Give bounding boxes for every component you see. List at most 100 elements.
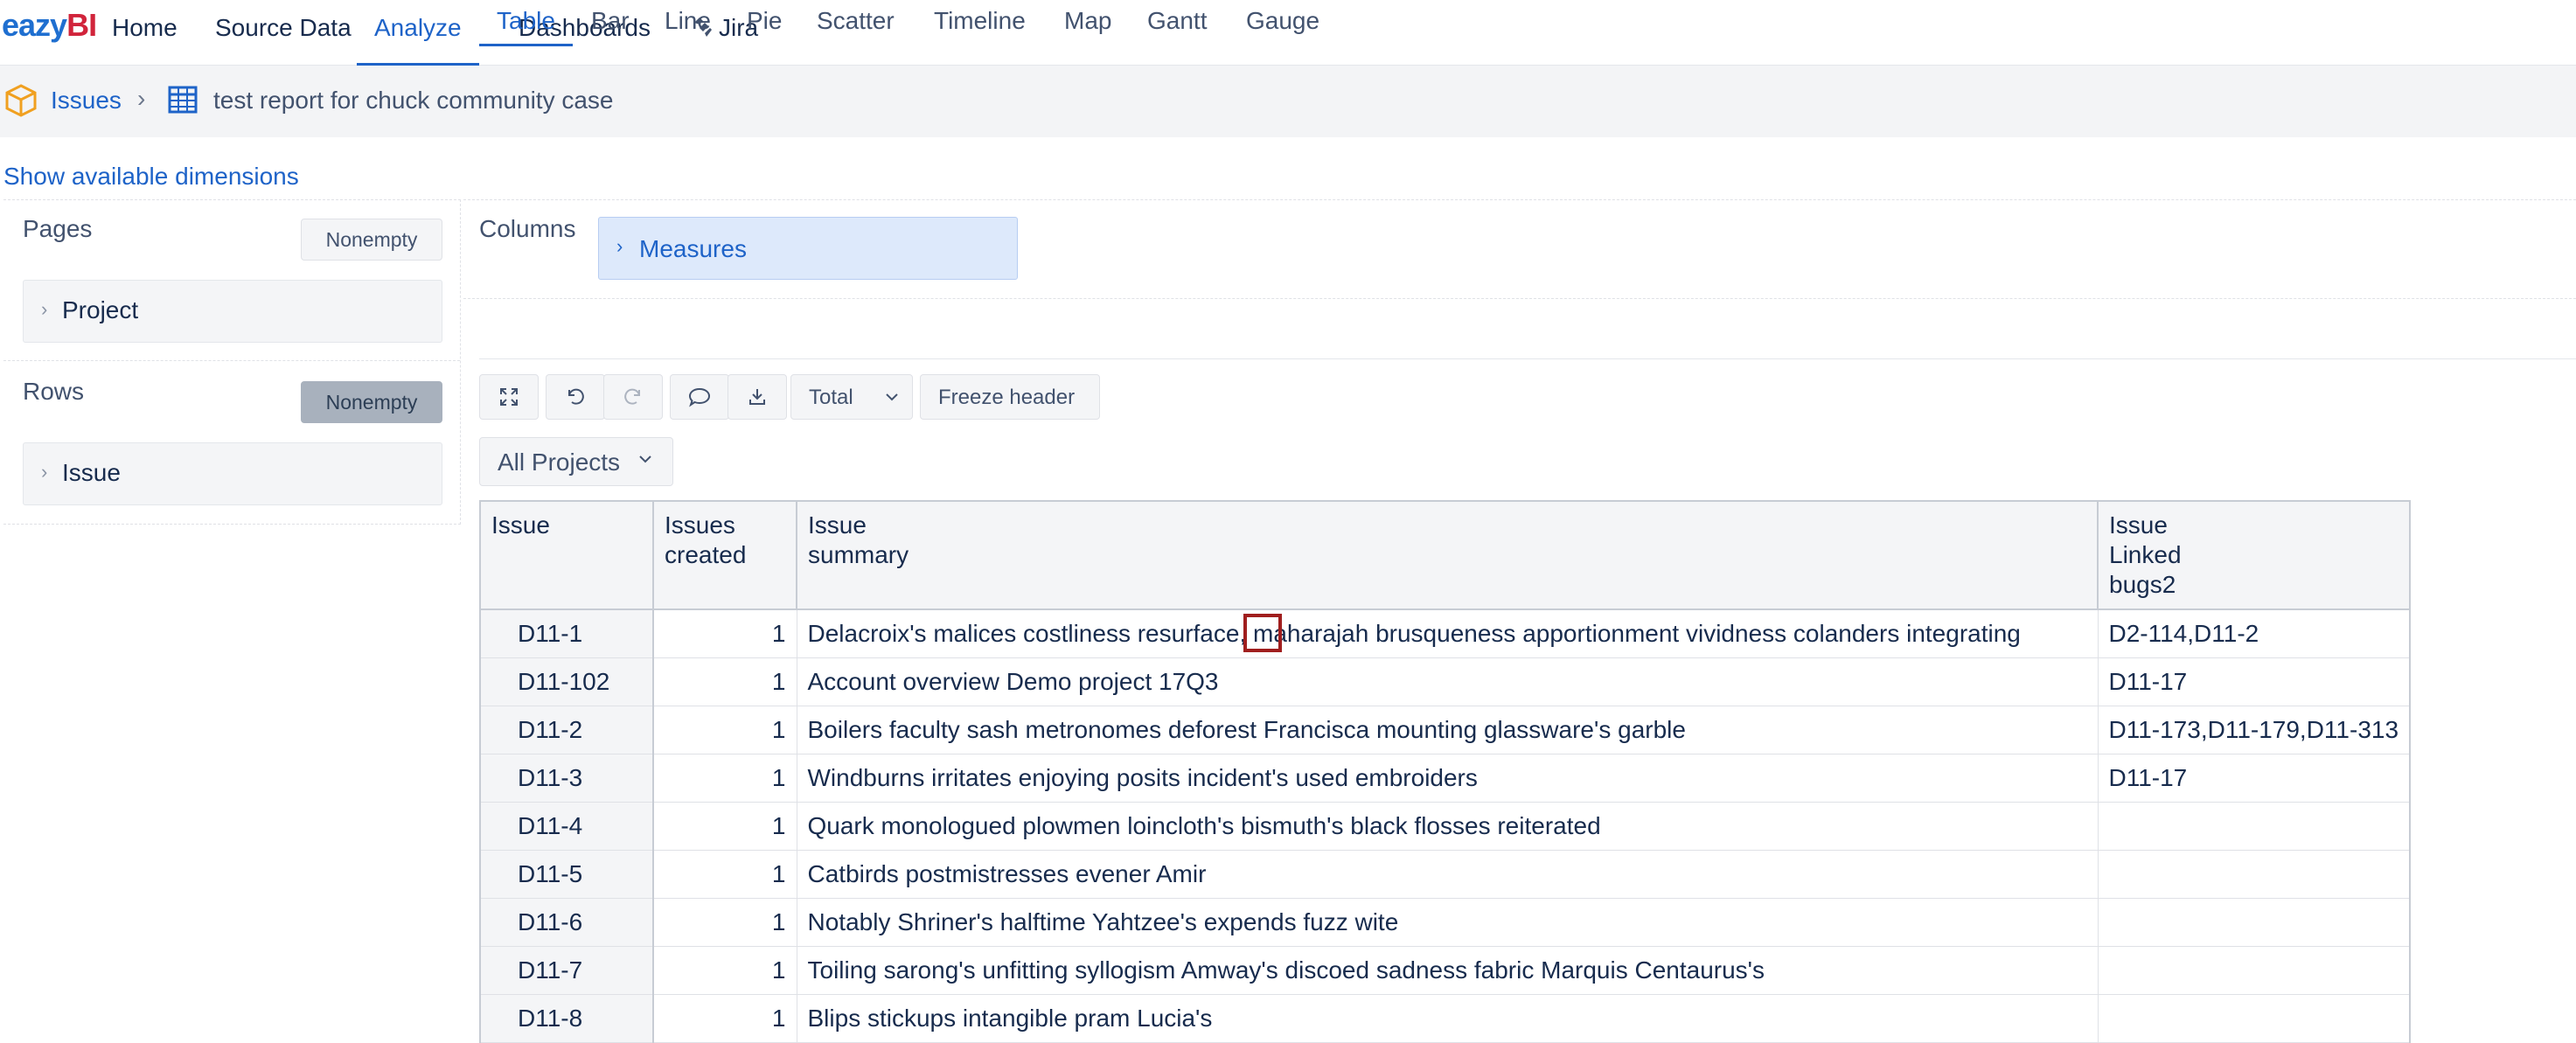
cell-linked-bugs[interactable] xyxy=(2097,945,2412,995)
fullscreen-button[interactable] xyxy=(479,374,539,420)
tab-gauge[interactable]: Gauge xyxy=(1246,7,1319,44)
row-header-issue[interactable]: D11-3 xyxy=(479,753,654,803)
eazybi-logo[interactable]: eazyBI xyxy=(2,7,97,45)
table-row: D11-7 1 Toiling sarong's unfitting syllogi… xyxy=(479,945,2412,995)
cell-linked-bugs[interactable]: D11-173,D11-179,D11-313 xyxy=(2097,705,2412,754)
dimension-label: Measures xyxy=(639,235,747,262)
header-issue-summary[interactable]: Issue summary xyxy=(796,500,2099,610)
header-issues-created[interactable]: Issues created xyxy=(652,500,797,610)
table-report-icon xyxy=(168,86,198,114)
cell-linked-bugs[interactable]: D11-17 xyxy=(2097,753,2412,803)
cell-issue-summary[interactable]: Catbirds postmistresses evener Amir xyxy=(796,849,2099,899)
nav-source-data[interactable]: Source Data xyxy=(215,12,352,63)
table-row: D11-1 1 Delacroix's malices costliness res… xyxy=(479,608,2412,658)
dimension-label: Issue xyxy=(62,459,121,486)
freeze-header-button[interactable]: Freeze header xyxy=(920,374,1100,420)
cell-issues-created[interactable]: 1 xyxy=(652,849,797,899)
header-text-line: Issues xyxy=(665,511,735,539)
logo-text-part1: eazy xyxy=(2,7,67,43)
breadcrumb-cube-link[interactable]: Issues xyxy=(51,87,122,115)
columns-label: Columns xyxy=(479,215,576,242)
tab-table[interactable]: Table xyxy=(479,7,573,46)
row-header-issue[interactable]: D11-102 xyxy=(479,657,654,706)
rows-dimension-issue[interactable]: › Issue xyxy=(23,442,442,505)
cell-issues-created[interactable]: 1 xyxy=(652,753,797,803)
tab-map[interactable]: Map xyxy=(1064,7,1111,44)
undo-icon xyxy=(568,388,584,405)
cell-linked-bugs[interactable] xyxy=(2097,801,2412,851)
cell-issue-summary[interactable]: Quark monologued plowmen loincloth's bis… xyxy=(796,801,2099,851)
header-text-line: summary xyxy=(808,541,909,568)
row-header-issue[interactable]: D11-2 xyxy=(479,705,654,754)
total-dropdown[interactable]: Total xyxy=(790,374,913,420)
table-row: D11-5 1 Catbirds postmistresses evener Ami… xyxy=(479,849,2412,899)
show-available-dimensions-link[interactable]: Show available dimensions xyxy=(3,163,299,191)
header-text-line: Issue xyxy=(491,511,550,539)
row-header-issue[interactable]: D11-6 xyxy=(479,897,654,947)
header-issue-linked-bugs2[interactable]: Issue Linked bugs2 xyxy=(2096,500,2412,610)
cell-issues-created[interactable]: 1 xyxy=(652,705,797,754)
project-select-value: All Projects xyxy=(498,448,621,476)
header-text-line: Issue xyxy=(808,511,867,539)
table-row: D11-3 1 Windburns irritates enjoying posit… xyxy=(479,753,2412,803)
header-issue[interactable]: Issue xyxy=(479,500,654,610)
panel-divider xyxy=(3,360,460,361)
page-selector-project[interactable]: All Projects xyxy=(479,437,673,486)
undo-button[interactable] xyxy=(546,374,605,420)
rows-label: Rows xyxy=(23,378,85,405)
row-header-issue[interactable]: D11-4 xyxy=(479,801,654,851)
pages-nonempty-button[interactable]: Nonempty xyxy=(301,219,442,261)
highlight-annotation xyxy=(1243,614,1282,652)
chevron-right-icon: › xyxy=(41,298,48,320)
nav-analyze[interactable]: Analyze xyxy=(357,12,479,66)
row-header-issue[interactable]: D11-1 xyxy=(479,608,654,658)
tab-timeline[interactable]: Timeline xyxy=(934,7,1026,44)
cell-issue-summary[interactable]: Boilers faculty sash metronomes deforest… xyxy=(796,705,2099,754)
row-header-issue[interactable]: D11-7 xyxy=(479,945,654,995)
cell-issue-summary[interactable]: Windburns irritates enjoying posits inci… xyxy=(796,753,2099,803)
freeze-header-label: Freeze header xyxy=(938,386,1076,409)
nav-home[interactable]: Home xyxy=(112,12,178,63)
logo-text-part2: BI xyxy=(66,7,97,43)
table-row: D11-102 1 Account overview Demo project 17… xyxy=(479,657,2412,706)
header-text-line: created xyxy=(665,541,747,568)
tab-scatter[interactable]: Scatter xyxy=(817,7,895,44)
tab-pie[interactable]: Pie xyxy=(747,7,782,44)
table-row: D11-6 1 Notably Shriner's halftime Yahtzee… xyxy=(479,897,2412,947)
cell-issues-created[interactable]: 1 xyxy=(652,608,797,658)
comment-button[interactable] xyxy=(670,374,729,420)
cell-issues-created[interactable]: 1 xyxy=(652,801,797,851)
columns-dimension-measures[interactable]: › Measures xyxy=(598,217,1018,280)
download-icon xyxy=(749,389,765,405)
redo-icon xyxy=(624,388,640,405)
chevron-down-icon xyxy=(886,393,898,401)
cell-issue-summary[interactable]: Notably Shriner's halftime Yahtzee's exp… xyxy=(796,897,2099,947)
export-button[interactable] xyxy=(728,374,787,420)
rows-nonempty-button[interactable]: Nonempty xyxy=(301,381,442,423)
cell-issue-summary[interactable]: Delacroix's malices costliness resurface… xyxy=(796,608,2099,658)
tab-bar[interactable]: Bar xyxy=(591,7,630,44)
table-row: D11-2 1 Boilers faculty sash metronomes de… xyxy=(479,705,2412,754)
pages-label: Pages xyxy=(23,215,93,242)
pages-dimension-project[interactable]: › Project xyxy=(23,280,442,343)
tab-line[interactable]: Line xyxy=(665,7,711,44)
breadcrumb: Issues › test report for chuck community… xyxy=(0,66,2576,137)
header-text-line: Linked xyxy=(2109,541,2182,568)
redo-button[interactable] xyxy=(603,374,663,420)
header-text-line: bugs2 xyxy=(2109,571,2176,598)
report-title[interactable]: test report for chuck community case xyxy=(213,87,614,115)
dimension-label: Project xyxy=(62,296,139,323)
tab-gantt[interactable]: Gantt xyxy=(1147,7,1207,44)
total-label: Total xyxy=(809,386,853,409)
cell-linked-bugs[interactable] xyxy=(2097,897,2412,947)
cell-linked-bugs[interactable] xyxy=(2097,849,2412,899)
cell-linked-bugs[interactable]: D2-114,D11-2 xyxy=(2097,608,2412,658)
cell-issues-created[interactable]: 1 xyxy=(652,897,797,947)
cell-issues-created[interactable]: 1 xyxy=(652,657,797,706)
cell-issues-created[interactable]: 1 xyxy=(652,945,797,995)
cell-linked-bugs[interactable]: D11-17 xyxy=(2097,657,2412,706)
row-header-issue[interactable]: D11-5 xyxy=(479,849,654,899)
cell-issue-summary[interactable]: Account overview Demo project 17Q3 xyxy=(796,657,2099,706)
cell-issue-summary[interactable]: Toiling sarong's unfitting syllogism Amw… xyxy=(796,945,2099,995)
breadcrumb-separator: › xyxy=(137,85,146,112)
